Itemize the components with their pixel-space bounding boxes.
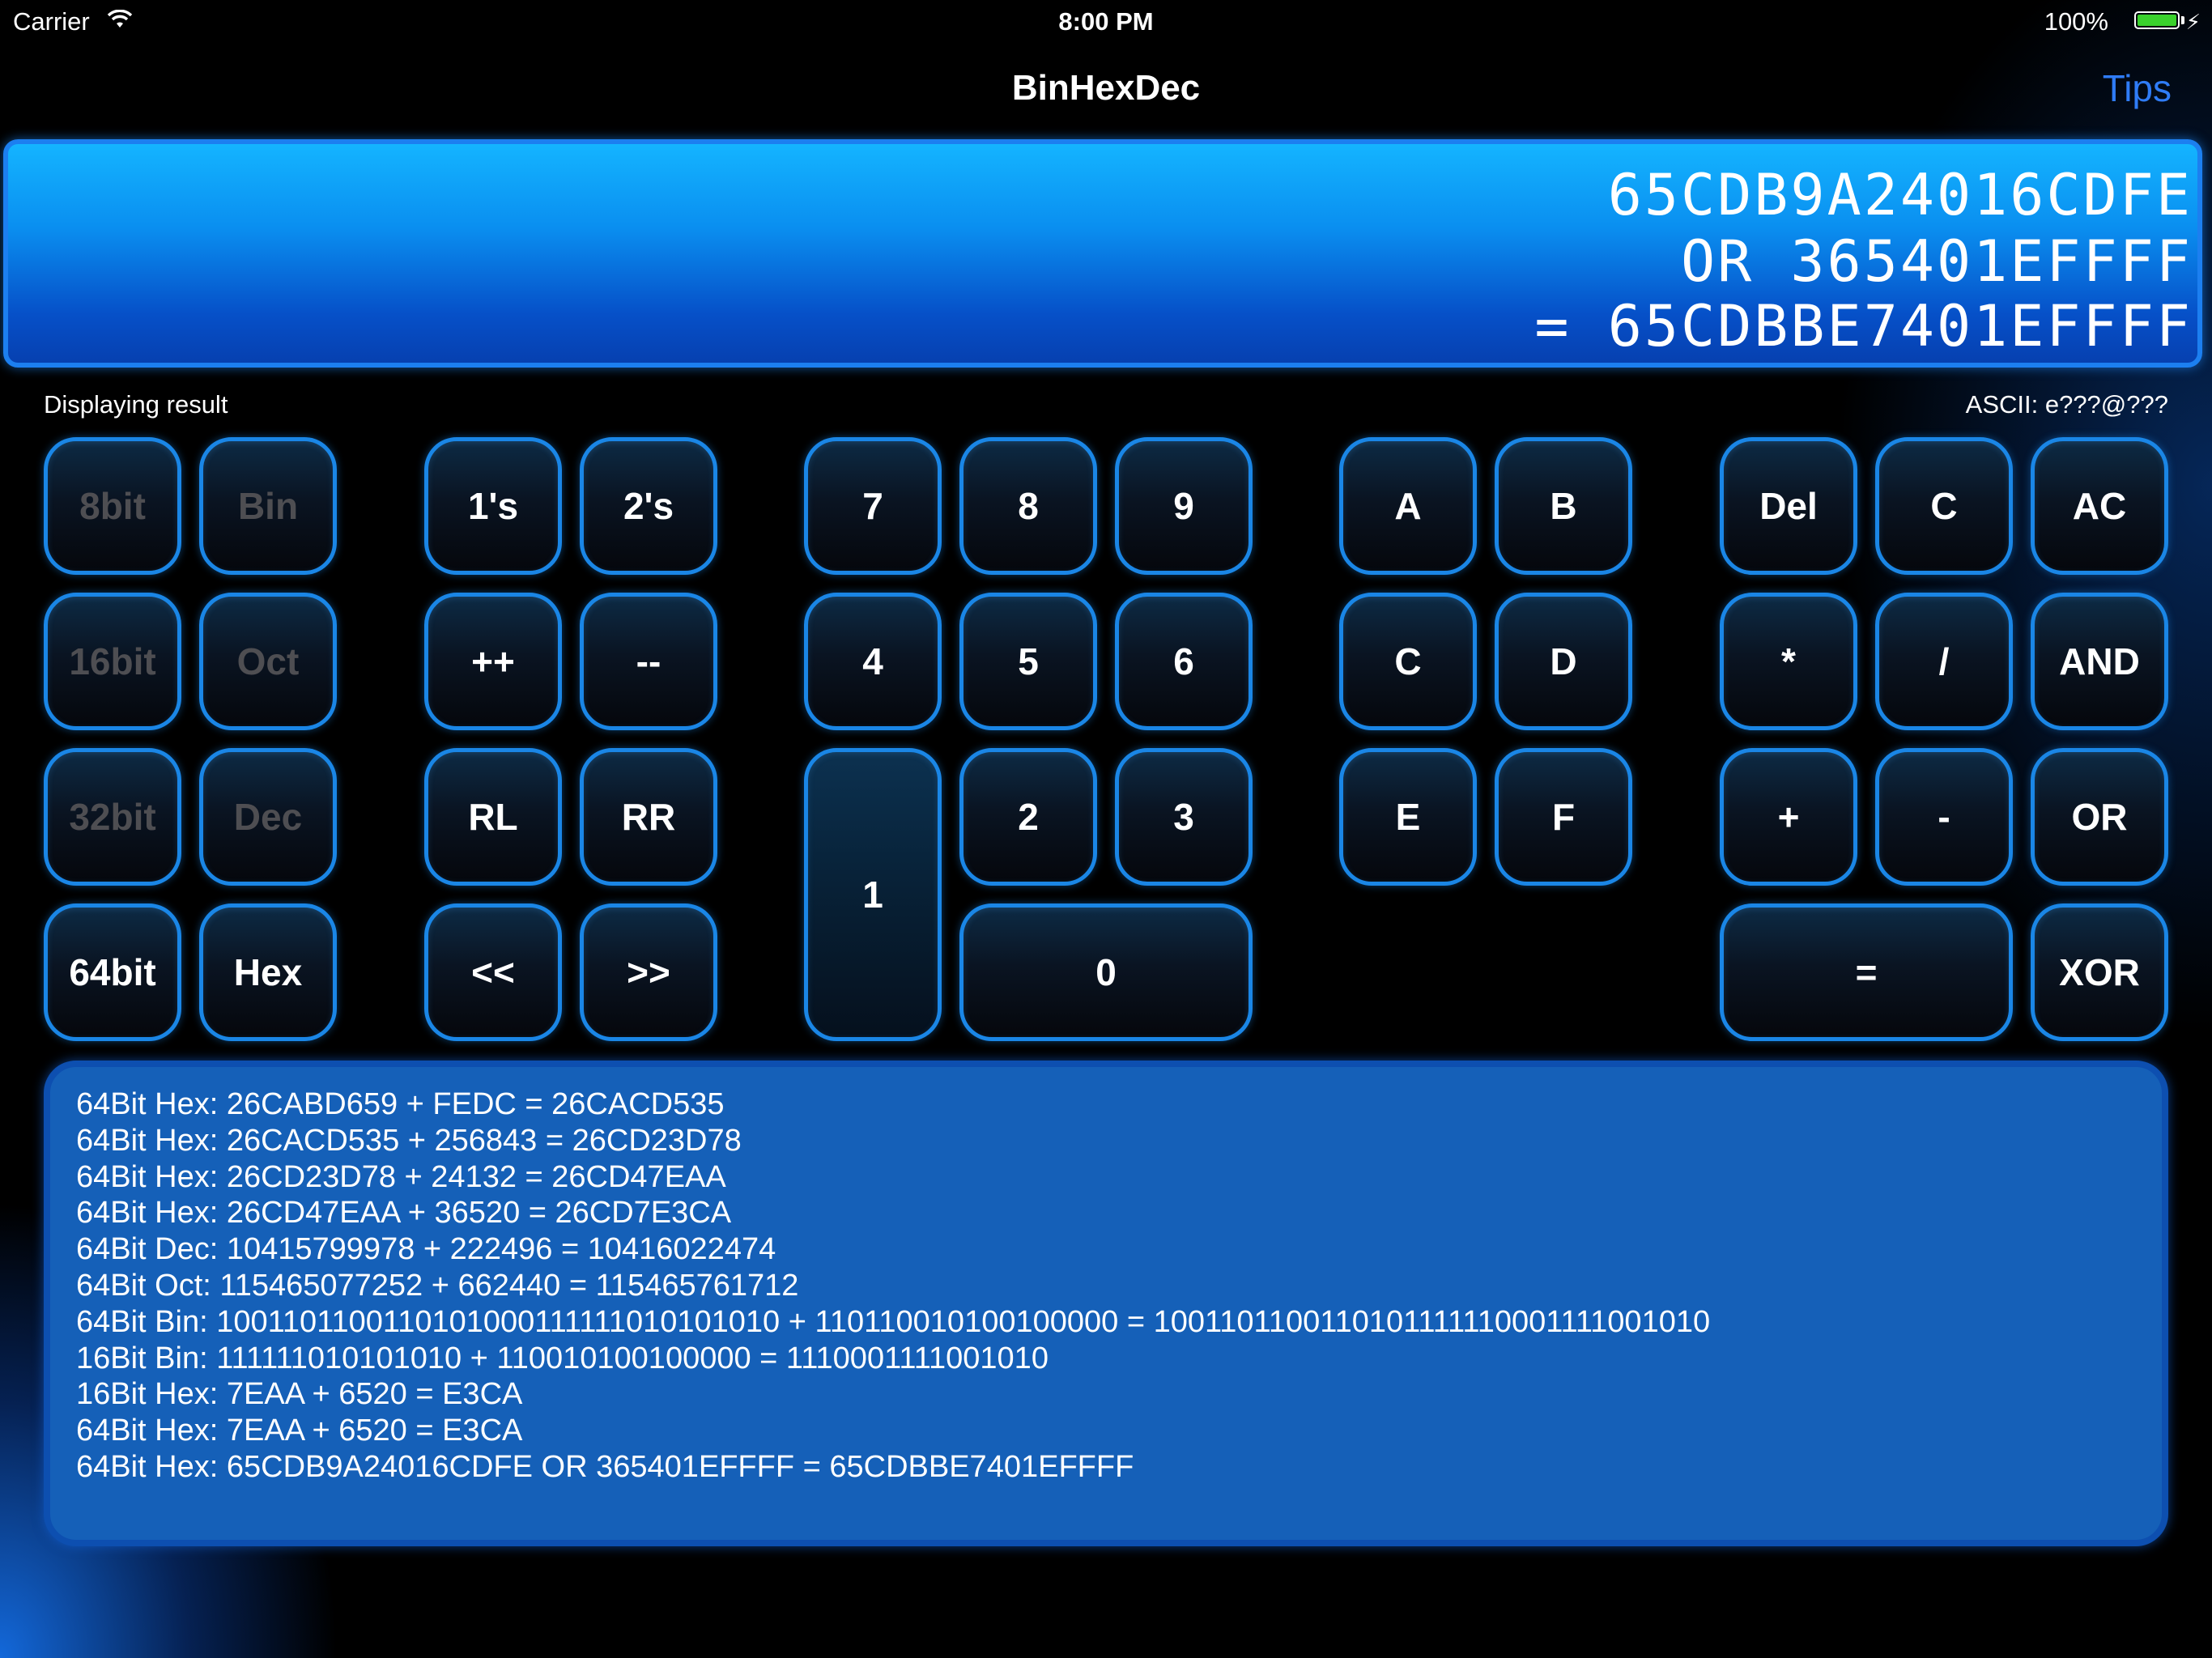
digit-2-button[interactable]: 2 [959, 748, 1097, 886]
history-row: 64Bit Hex: 26CD47EAA + 36520 = 26CD7E3CA [76, 1196, 732, 1231]
hex-e-button[interactable]: E [1339, 748, 1477, 886]
result-display: 65CDB9A24016CDFE OR 365401EFFFF = 65CDBB… [3, 139, 2202, 368]
battery-tip [2181, 16, 2184, 24]
hex-button[interactable]: Hex [199, 903, 337, 1041]
rotate-right-button[interactable]: RR [580, 748, 717, 886]
history-row: 64Bit Dec: 10415799978 + 222496 = 104160… [76, 1232, 776, 1267]
64bit-button[interactable]: 64bit [44, 903, 181, 1041]
rotate-left-button[interactable]: RL [424, 748, 562, 886]
and-button[interactable]: AND [2031, 593, 2168, 730]
digit-1-button[interactable]: 1 [804, 748, 942, 1041]
digit-3-button[interactable]: 3 [1115, 748, 1253, 886]
history-row: 64Bit Hex: 65CDB9A24016CDFE OR 365401EFF… [76, 1449, 1134, 1484]
history-row: 64Bit Bin: 10011011001101010001111110101… [76, 1304, 1711, 1339]
16bit-button[interactable]: 16bit [44, 593, 181, 730]
battery-icon [2134, 11, 2180, 29]
display-operand-2: OR 365401EFFFF [1680, 228, 2193, 295]
history-row: 64Bit Hex: 26CABD659 + FEDC = 26CACD535 [76, 1087, 725, 1121]
32bit-button[interactable]: 32bit [44, 748, 181, 886]
history-row: 64Bit Hex: 7EAA + 6520 = E3CA [76, 1414, 523, 1448]
or-button[interactable]: OR [2031, 748, 2168, 886]
hex-b-button[interactable]: B [1495, 437, 1632, 575]
history-row: 16Bit Hex: 7EAA + 6520 = E3CA [76, 1377, 523, 1412]
oct-button[interactable]: Oct [199, 593, 337, 730]
digit-8-button[interactable]: 8 [959, 437, 1097, 575]
history-row: 64Bit Hex: 26CACD535 + 256843 = 26CD23D7… [76, 1123, 742, 1158]
clear-button[interactable]: C [1875, 437, 2013, 575]
history-row: 64Bit Oct: 115465077252 + 662440 = 11546… [76, 1268, 799, 1303]
app-title: BinHexDec [1011, 68, 1201, 108]
digit-9-button[interactable]: 9 [1115, 437, 1253, 575]
ascii-readout: ASCII: e???@??? [1965, 390, 2168, 419]
multiply-button[interactable]: * [1720, 593, 1857, 730]
history-row: 16Bit Bin: 111111010101010 + 11001010010… [76, 1341, 1049, 1375]
digit-4-button[interactable]: 4 [804, 593, 942, 730]
minus-button[interactable]: - [1875, 748, 2013, 886]
status-bar: Carrier 8:00 PM 100% ⚡ [0, 0, 2212, 44]
all-clear-button[interactable]: AC [2031, 437, 2168, 575]
xor-button[interactable]: XOR [2031, 903, 2168, 1041]
8bit-button[interactable]: 8bit [44, 437, 181, 575]
clock: 8:00 PM [1058, 7, 1154, 36]
status-message: Displaying result [44, 390, 228, 419]
history-row: 64Bit Hex: 26CD23D78 + 24132 = 26CD47EAA [76, 1159, 726, 1194]
digit-5-button[interactable]: 5 [959, 593, 1097, 730]
shift-right-button[interactable]: >> [580, 903, 717, 1041]
tips-button[interactable]: Tips [2103, 66, 2172, 110]
dec-button[interactable]: Dec [199, 748, 337, 886]
shift-left-button[interactable]: << [424, 903, 562, 1041]
digit-0-button[interactable]: 0 [959, 903, 1253, 1041]
hex-a-button[interactable]: A [1339, 437, 1477, 575]
divide-button[interactable]: / [1875, 593, 2013, 730]
history-log[interactable]: 64Bit Hex: 26CABD659 + FEDC = 26CACD535 … [44, 1061, 2168, 1546]
display-operand-1: 65CDB9A24016CDFE [1607, 162, 2193, 228]
ones-complement-button[interactable]: 1's [424, 437, 562, 575]
hex-d-button[interactable]: D [1495, 593, 1632, 730]
hex-f-button[interactable]: F [1495, 748, 1632, 886]
battery-percent: 100% [2044, 7, 2108, 36]
plus-button[interactable]: + [1720, 748, 1857, 886]
twos-complement-button[interactable]: 2's [580, 437, 717, 575]
display-result: = 65CDBBE7401EFFFF [1534, 293, 2193, 359]
charging-icon: ⚡ [2185, 10, 2201, 34]
hex-c-button[interactable]: C [1339, 593, 1477, 730]
digit-6-button[interactable]: 6 [1115, 593, 1253, 730]
equals-button[interactable]: = [1720, 903, 2013, 1041]
bin-button[interactable]: Bin [199, 437, 337, 575]
delete-button[interactable]: Del [1720, 437, 1857, 575]
digit-7-button[interactable]: 7 [804, 437, 942, 575]
increment-button[interactable]: ++ [424, 593, 562, 730]
decrement-button[interactable]: -- [580, 593, 717, 730]
